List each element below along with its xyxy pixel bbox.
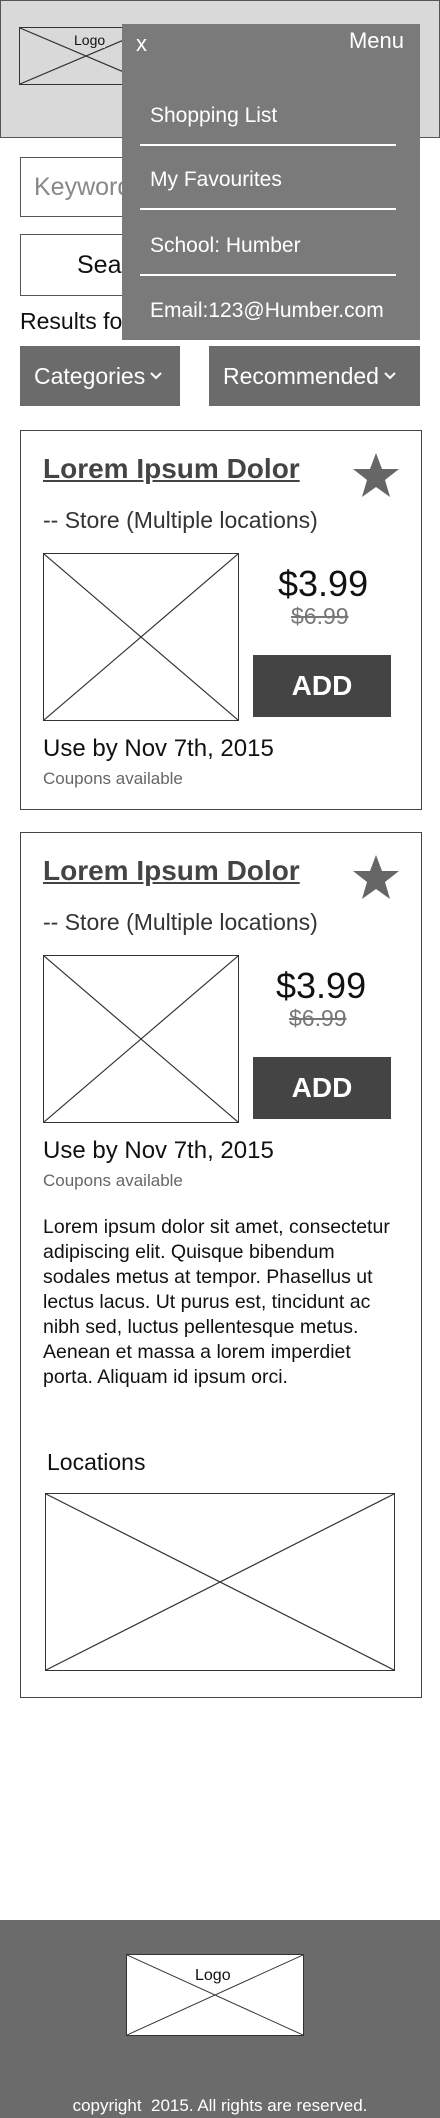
categories-dropdown[interactable]: Categories bbox=[20, 346, 180, 406]
menu-item-school[interactable]: School: Humber bbox=[150, 234, 301, 258]
side-menu: x Menu Shopping List My Favourites Schoo… bbox=[122, 24, 420, 340]
coupons-available: Coupons available bbox=[43, 1171, 183, 1190]
product-title[interactable]: Lorem Ipsum Dolor bbox=[43, 453, 300, 485]
menu-divider bbox=[140, 144, 396, 146]
menu-item-email[interactable]: Email:123@Humber.com bbox=[150, 299, 384, 323]
recommended-label: Recommended bbox=[223, 362, 379, 389]
copyright-text: copyright 2015. All rights are reserved. bbox=[72, 2096, 368, 2115]
categories-label: Categories bbox=[34, 362, 146, 389]
footer-logo[interactable]: Logo bbox=[126, 1954, 304, 2036]
product-image bbox=[43, 955, 239, 1123]
product-store: -- Store (Multiple locations) bbox=[43, 507, 318, 533]
product-title[interactable]: Lorem Ipsum Dolor bbox=[43, 855, 300, 887]
menu-divider bbox=[140, 274, 396, 276]
locations-label: Locations bbox=[47, 1449, 146, 1475]
chevron-down-icon bbox=[384, 372, 396, 380]
map-placeholder-icon bbox=[46, 1494, 394, 1670]
recommended-dropdown[interactable]: Recommended bbox=[209, 346, 420, 406]
menu-item-shopping-list[interactable]: Shopping List bbox=[150, 104, 277, 128]
product-old-price: $6.99 bbox=[291, 603, 349, 629]
locations-map[interactable] bbox=[45, 1493, 395, 1671]
product-price: $3.99 bbox=[278, 563, 369, 604]
use-by-date: Use by Nov 7th, 2015 bbox=[43, 1137, 274, 1164]
add-button[interactable]: ADD bbox=[253, 655, 391, 717]
product-price: $3.99 bbox=[276, 965, 367, 1006]
product-card: Lorem Ipsum Dolor -- Store (Multiple loc… bbox=[20, 430, 422, 810]
chevron-down-icon bbox=[150, 372, 162, 380]
product-image bbox=[43, 553, 239, 721]
menu-divider bbox=[140, 208, 396, 210]
use-by-date: Use by Nov 7th, 2015 bbox=[43, 735, 274, 762]
product-store: -- Store (Multiple locations) bbox=[43, 909, 318, 935]
add-button[interactable]: ADD bbox=[253, 1057, 391, 1119]
close-icon[interactable]: x bbox=[136, 31, 147, 57]
product-old-price: $6.99 bbox=[289, 1005, 347, 1031]
image-placeholder-icon bbox=[44, 554, 238, 720]
header-logo-label: Logo bbox=[74, 32, 106, 48]
footer-logo-label: Logo bbox=[195, 1967, 231, 1985]
results-label: Results for bbox=[20, 308, 130, 334]
image-placeholder-icon bbox=[44, 956, 238, 1122]
product-description: Lorem ipsum dolor sit amet, consectetur … bbox=[43, 1216, 390, 1388]
menu-title: Menu bbox=[348, 28, 404, 53]
coupons-available: Coupons available bbox=[43, 769, 183, 788]
product-card-expanded: Lorem Ipsum Dolor -- Store (Multiple loc… bbox=[20, 832, 422, 1698]
star-icon[interactable] bbox=[351, 853, 401, 901]
star-icon[interactable] bbox=[351, 451, 401, 499]
menu-item-my-favourites[interactable]: My Favourites bbox=[150, 168, 282, 192]
footer: Logo copyright 2015. All rights are rese… bbox=[0, 1920, 440, 2118]
